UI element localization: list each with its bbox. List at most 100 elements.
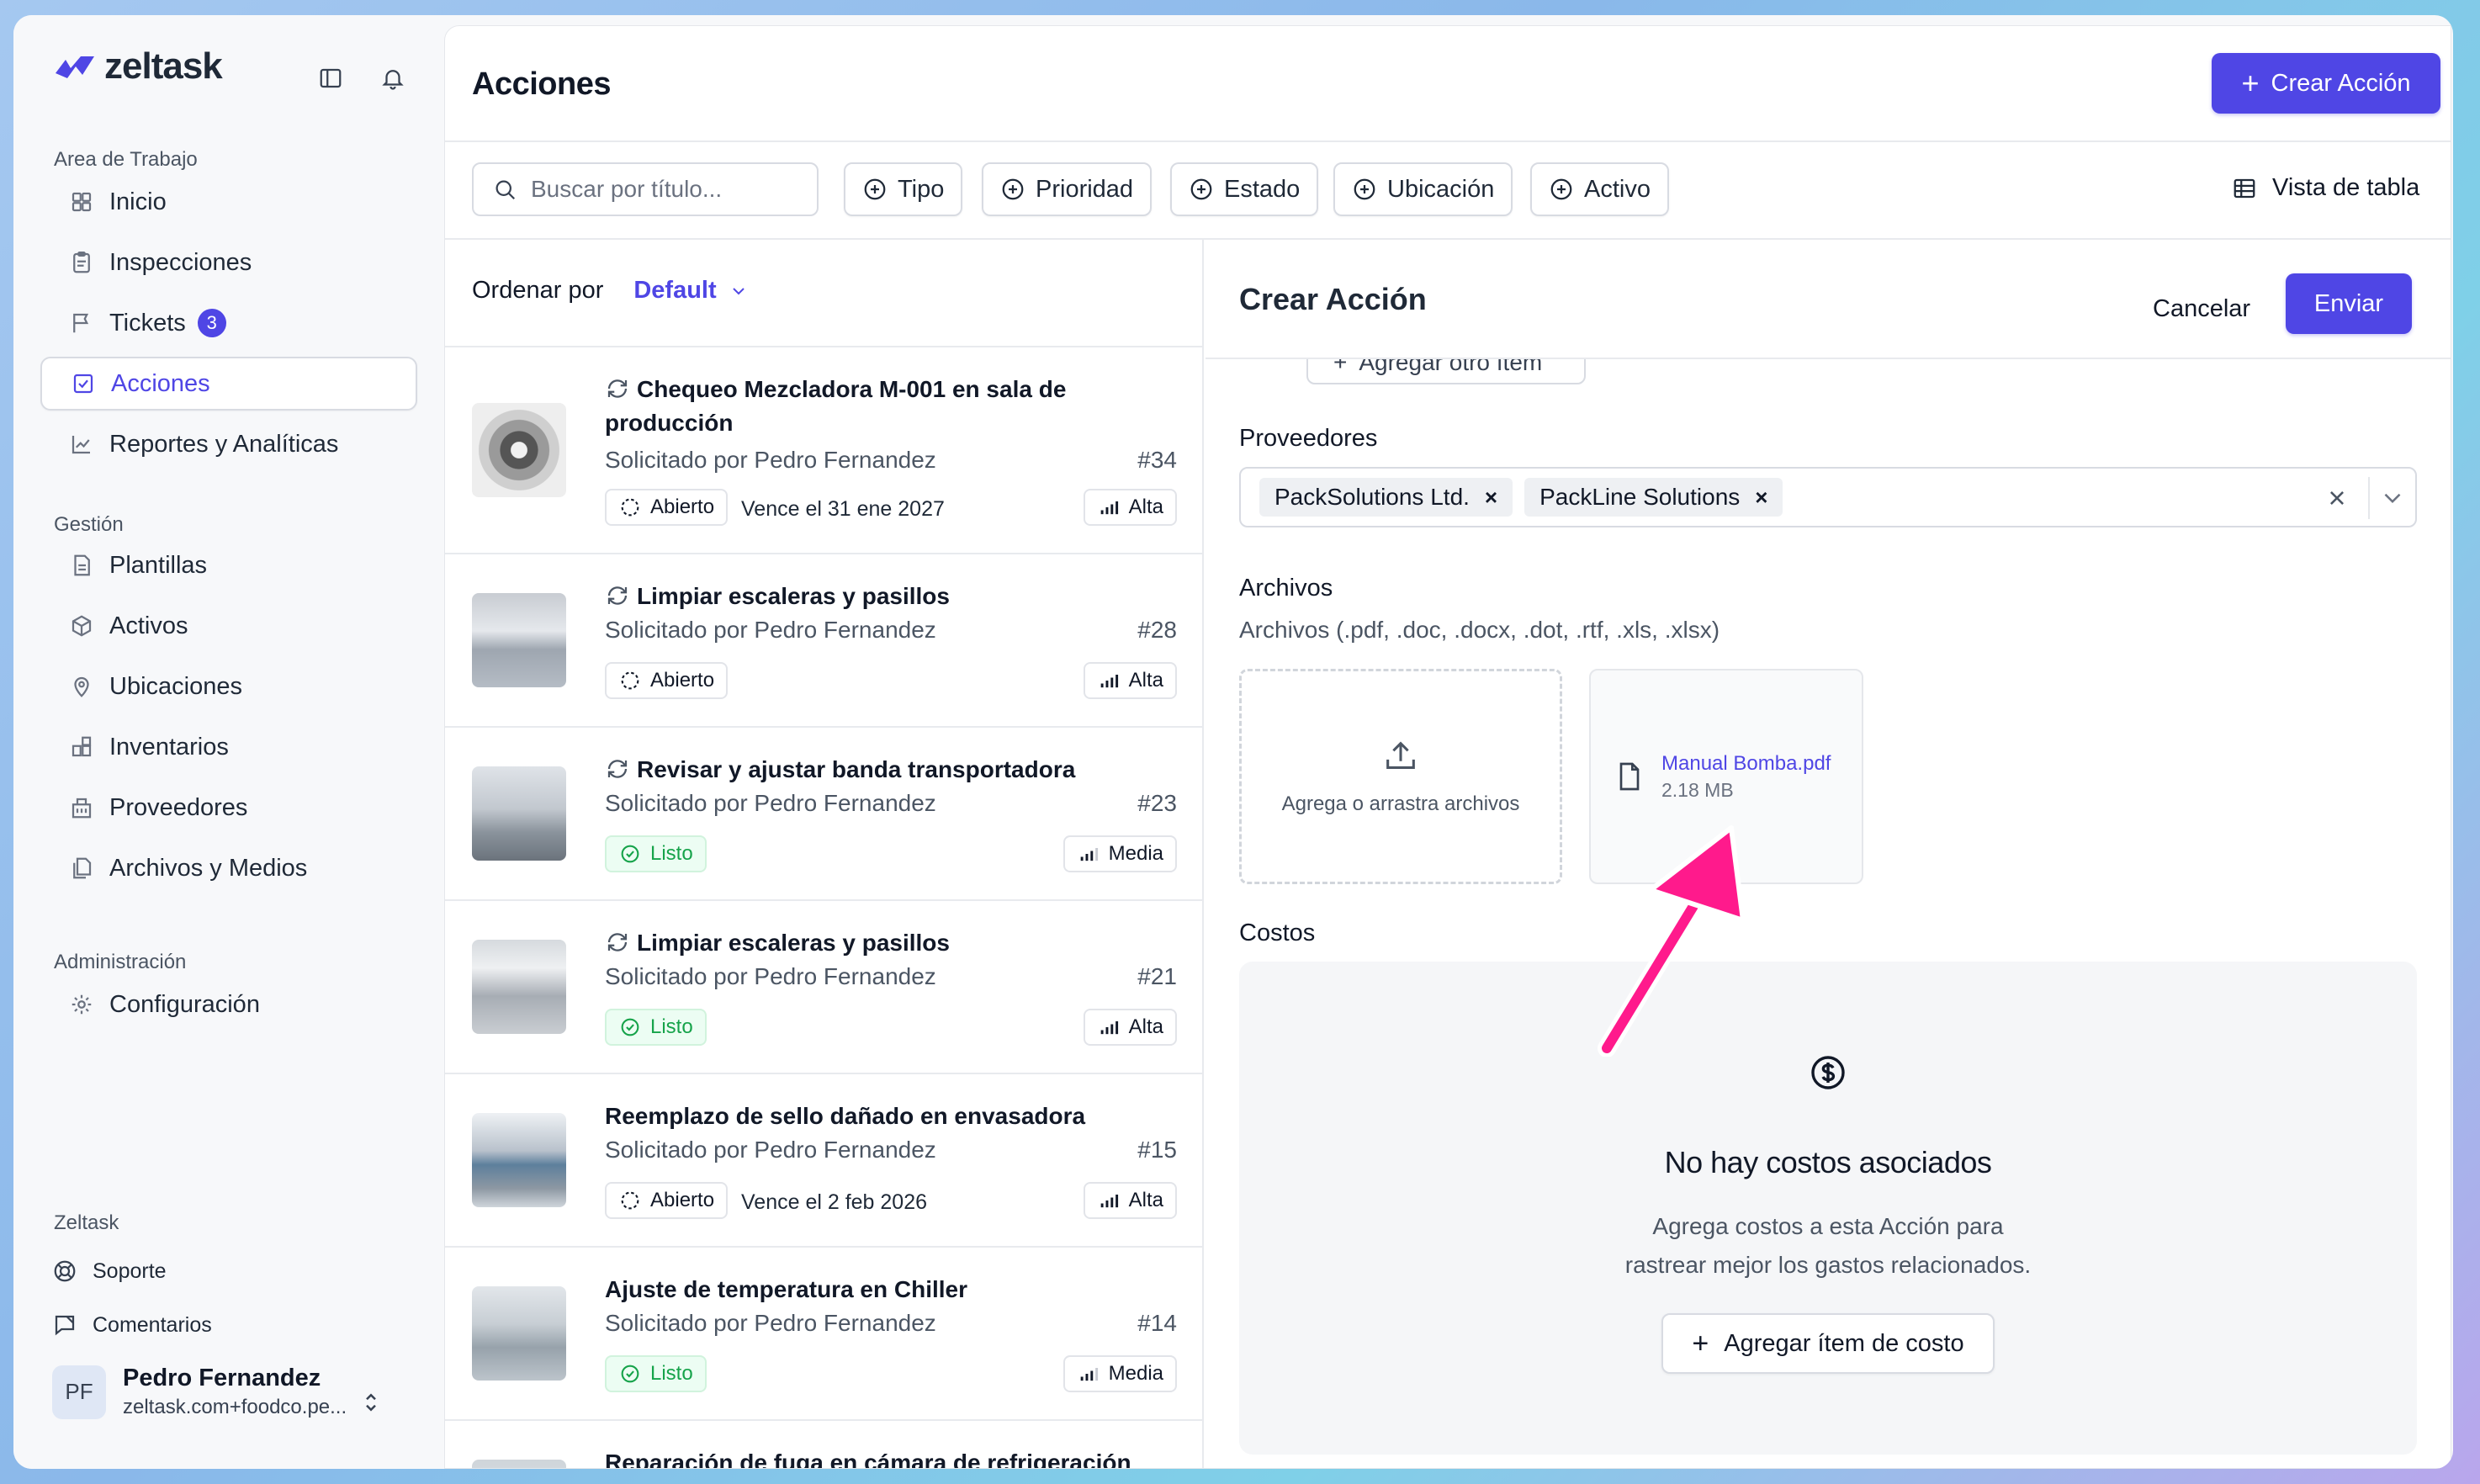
clear-icon[interactable] xyxy=(2323,484,2351,512)
priority-badge: Alta xyxy=(1083,1009,1177,1046)
sort-label: Ordenar por xyxy=(472,277,604,304)
lifebuoy-icon xyxy=(54,1260,76,1282)
sort-value: Default xyxy=(633,277,717,304)
empty-title: No hay costos asociados xyxy=(1664,1145,1992,1179)
list-item[interactable]: Limpiar escaleras y pasillos Solicitado … xyxy=(445,899,1202,1073)
search-icon xyxy=(495,180,516,200)
sidebar-item-acciones[interactable]: Acciones xyxy=(40,357,417,411)
status-badge: Abierto xyxy=(605,662,729,699)
main-panel: Acciones + Crear Acción Buscar por títul… xyxy=(444,25,2451,1469)
item-thumbnail xyxy=(472,1113,566,1207)
signal-icon xyxy=(1080,1368,1098,1381)
sidebar-item-tickets[interactable]: Tickets 3 xyxy=(40,296,417,350)
sidebar-item-label: Configuración xyxy=(109,990,260,1018)
search-input[interactable]: Buscar por título... xyxy=(472,162,819,216)
sidebar-item-plantillas[interactable]: Plantillas xyxy=(40,538,417,592)
sidebar-toggle-icon[interactable] xyxy=(316,64,345,93)
item-thumbnail xyxy=(472,593,566,687)
sort-dropdown[interactable]: Default xyxy=(633,277,748,305)
section-zeltask: Zeltask xyxy=(54,1211,119,1234)
filter-tipo[interactable]: Tipo xyxy=(844,162,963,216)
list-item[interactable]: Limpiar escaleras y pasillos Solicitado … xyxy=(445,553,1202,726)
sidebar-item-archivos[interactable]: Archivos y Medios xyxy=(40,841,417,895)
supplier-tag: PackLine Solutions × xyxy=(1524,478,1783,517)
sidebar-item-label: Archivos y Medios xyxy=(109,854,308,882)
sidebar-item-reportes[interactable]: Reportes y Analíticas xyxy=(40,417,417,471)
priority-badge: Media xyxy=(1062,1355,1177,1392)
suppliers-select[interactable]: PackSolutions Ltd. × PackLine Solutions × xyxy=(1239,467,2417,527)
sidebar-item-label: Activos xyxy=(109,612,188,639)
user-email: zeltask.com+foodco.pe... xyxy=(123,1396,347,1418)
separator xyxy=(2368,477,2370,519)
item-thumbnail xyxy=(472,403,566,497)
item-number: #23 xyxy=(1137,790,1177,816)
signal-icon xyxy=(1100,675,1118,688)
filter-activo[interactable]: Activo xyxy=(1530,162,1669,216)
chevron-down-icon xyxy=(732,287,745,294)
submit-button[interactable]: Enviar xyxy=(2286,273,2412,334)
item-title: Revisar y ajustar banda transportadora xyxy=(605,753,1179,787)
cancel-button[interactable]: Cancelar xyxy=(2153,295,2250,323)
avatar: PF xyxy=(52,1365,106,1419)
filter-prioridad[interactable]: Prioridad xyxy=(982,162,1153,216)
files-hint: Archivos (.pdf, .doc, .docx, .dot, .rtf,… xyxy=(1239,617,1720,643)
sidebar-item-inspecciones[interactable]: Inspecciones xyxy=(40,236,417,289)
filter-label: Activo xyxy=(1584,175,1651,203)
section-workspace: Area de Trabajo xyxy=(54,148,198,171)
item-requester: Solicitado por Pedro Fernandez xyxy=(605,963,936,989)
brand[interactable]: zeltask xyxy=(52,45,223,87)
tickets-count-badge: 3 xyxy=(197,309,226,337)
sidebar-item-label: Inventarios xyxy=(109,733,229,761)
file-icon xyxy=(74,554,90,576)
file-dropzone[interactable]: Agrega o arrastra archivos xyxy=(1239,669,1562,884)
sidebar-item-configuracion[interactable]: Configuración xyxy=(40,978,417,1031)
sidebar-item-proveedores[interactable]: Proveedores xyxy=(40,781,417,835)
file-name[interactable]: Manual Bomba.pdf xyxy=(1661,752,1831,776)
chevron-down-icon[interactable] xyxy=(2378,484,2407,512)
due-date: Vence el 2 feb 2026 xyxy=(741,1190,928,1214)
sidebar-item-inicio[interactable]: Inicio xyxy=(40,175,417,229)
priority-badge: Alta xyxy=(1083,662,1177,699)
bell-icon[interactable] xyxy=(379,64,407,93)
list-item[interactable]: Revisar y ajustar banda transportadora S… xyxy=(445,726,1202,899)
sidebar-item-ubicaciones[interactable]: Ubicaciones xyxy=(40,660,417,713)
item-requester: Solicitado por Pedro Fernandez xyxy=(605,1137,936,1163)
filter-ubicacion[interactable]: Ubicación xyxy=(1333,162,1513,216)
remove-tag-icon[interactable]: × xyxy=(1485,485,1497,511)
sort-control: Ordenar por Default xyxy=(472,277,749,305)
user-menu[interactable]: PF Pedro Fernandez zeltask.com+foodco.pe… xyxy=(52,1365,347,1419)
upload-icon xyxy=(1386,741,1415,769)
app-window: zeltask Area de Trabajo Inicio Inspeccio… xyxy=(13,15,2453,1469)
add-cost-item-button[interactable]: + Agregar ítem de costo xyxy=(1661,1313,1995,1374)
page-title: Acciones xyxy=(472,66,611,102)
submit-label: Enviar xyxy=(2313,289,2384,317)
item-title: Limpiar escaleras y pasillos xyxy=(605,580,1179,613)
boxes-icon xyxy=(72,736,92,757)
sidebar: zeltask Area de Trabajo Inicio Inspeccio… xyxy=(13,15,442,1469)
list-item[interactable]: Reemplazo de sello dañado en envasadora … xyxy=(445,1073,1202,1246)
list-item[interactable]: Reparación de fuga en cámara de refriger… xyxy=(445,1419,1202,1468)
sidebar-item-activos[interactable]: Activos xyxy=(40,599,417,653)
item-number: #28 xyxy=(1137,617,1177,643)
recurring-icon xyxy=(607,760,628,778)
files-icon xyxy=(73,857,92,879)
annotation-arrow-icon xyxy=(1598,825,1746,1057)
chevron-up-down-icon[interactable] xyxy=(358,1390,384,1415)
remove-tag-icon[interactable]: × xyxy=(1755,485,1767,511)
sidebar-item-inventarios[interactable]: Inventarios xyxy=(40,720,417,774)
list-item[interactable]: Ajuste de temperatura en Chiller Solicit… xyxy=(445,1246,1202,1419)
item-requester: Solicitado por Pedro Fernandez xyxy=(605,1310,936,1336)
feedback-link[interactable]: Comentarios xyxy=(52,1312,212,1338)
add-item-button[interactable]: + Agregar otro ítem xyxy=(1306,359,1586,384)
costs-empty-state: No hay costos asociados Agrega costos a … xyxy=(1239,962,2417,1455)
support-link[interactable]: Soporte xyxy=(52,1259,167,1284)
status-badge: Listo xyxy=(605,1355,707,1392)
table-view-toggle[interactable]: Vista de tabla xyxy=(2232,174,2419,202)
list-item[interactable]: Chequeo Mezcladora M-001 en sala de prod… xyxy=(445,346,1202,553)
filter-estado[interactable]: Estado xyxy=(1170,162,1319,216)
create-action-button[interactable]: + Crear Acción xyxy=(2212,53,2440,114)
item-thumbnail xyxy=(472,1286,566,1381)
sidebar-item-label: Inspecciones xyxy=(109,248,252,276)
form-title: Crear Acción xyxy=(1239,282,1427,316)
item-thumbnail xyxy=(472,1460,566,1468)
